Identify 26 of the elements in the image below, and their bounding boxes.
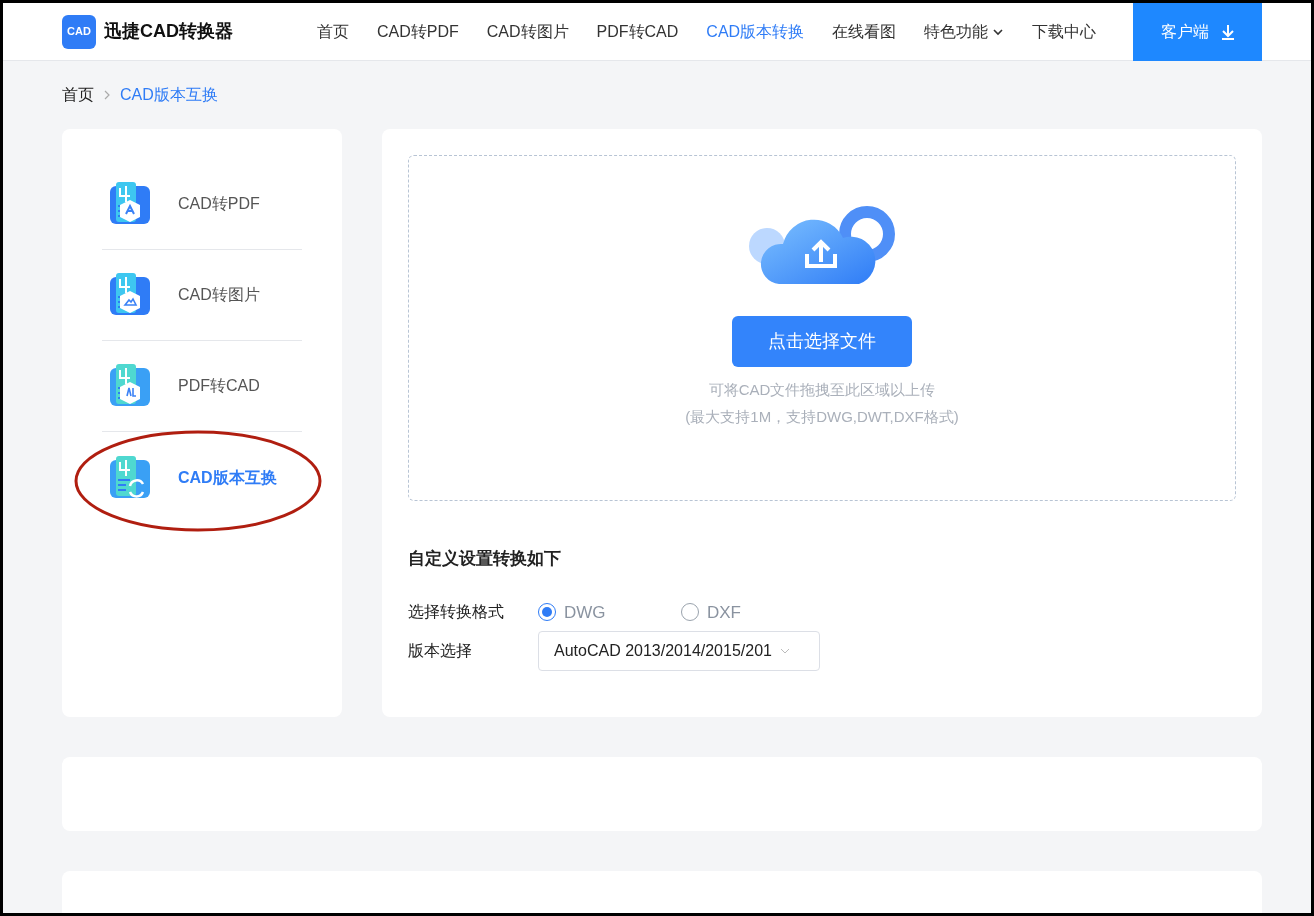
upload-dropzone[interactable]: 点击选择文件 可将CAD文件拖拽至此区域以上传 (最大支持1M，支持DWG,DWT,DXF格式) [408,155,1236,501]
download-icon [1220,23,1235,40]
version-label: 版本选择 [408,641,473,661]
settings-title: 自定义设置转换如下 [408,548,562,570]
nav-link[interactable]: 首页 [317,19,349,44]
format-label: 选择转换格式 [408,602,505,623]
breadcrumb-link[interactable]: CAD版本互换 [120,83,218,107]
chevron-right-icon [102,90,112,100]
chevron-down-icon [779,646,790,656]
sidebar-item[interactable]: CAD转图片 [102,250,302,341]
sidebar-item[interactable]: CAD转PDF [102,159,302,250]
nav-link[interactable]: CAD转PDF [377,19,459,44]
logo-badge: CAD [62,14,96,49]
choose-file-button[interactable]: 点击选择文件 [732,316,912,367]
nav-link[interactable]: CAD转图片 [486,19,569,44]
nav-link[interactable]: 下载中心 [1032,19,1097,44]
nav-link[interactable]: PDF转CAD [596,19,679,44]
nav-link[interactable]: CAD版本转换 [706,19,805,44]
sidebar-item[interactable]: PDF转CAD [102,341,302,432]
drag-hint: 可将CAD文件拖拽至此区域以上传 [708,380,936,400]
version-select[interactable]: AutoCAD 2013/2014/2015/201 [538,631,820,671]
brand-name: 迅捷CAD转换器 [104,20,233,43]
nav-link[interactable]: 特色功能 [924,19,1005,44]
format-limits: (最大支持1M，支持DWG,DWT,DXF格式) [685,406,959,427]
breadcrumb-link[interactable]: 首页 [62,83,94,107]
nav-link[interactable]: 在线看图 [832,19,897,44]
